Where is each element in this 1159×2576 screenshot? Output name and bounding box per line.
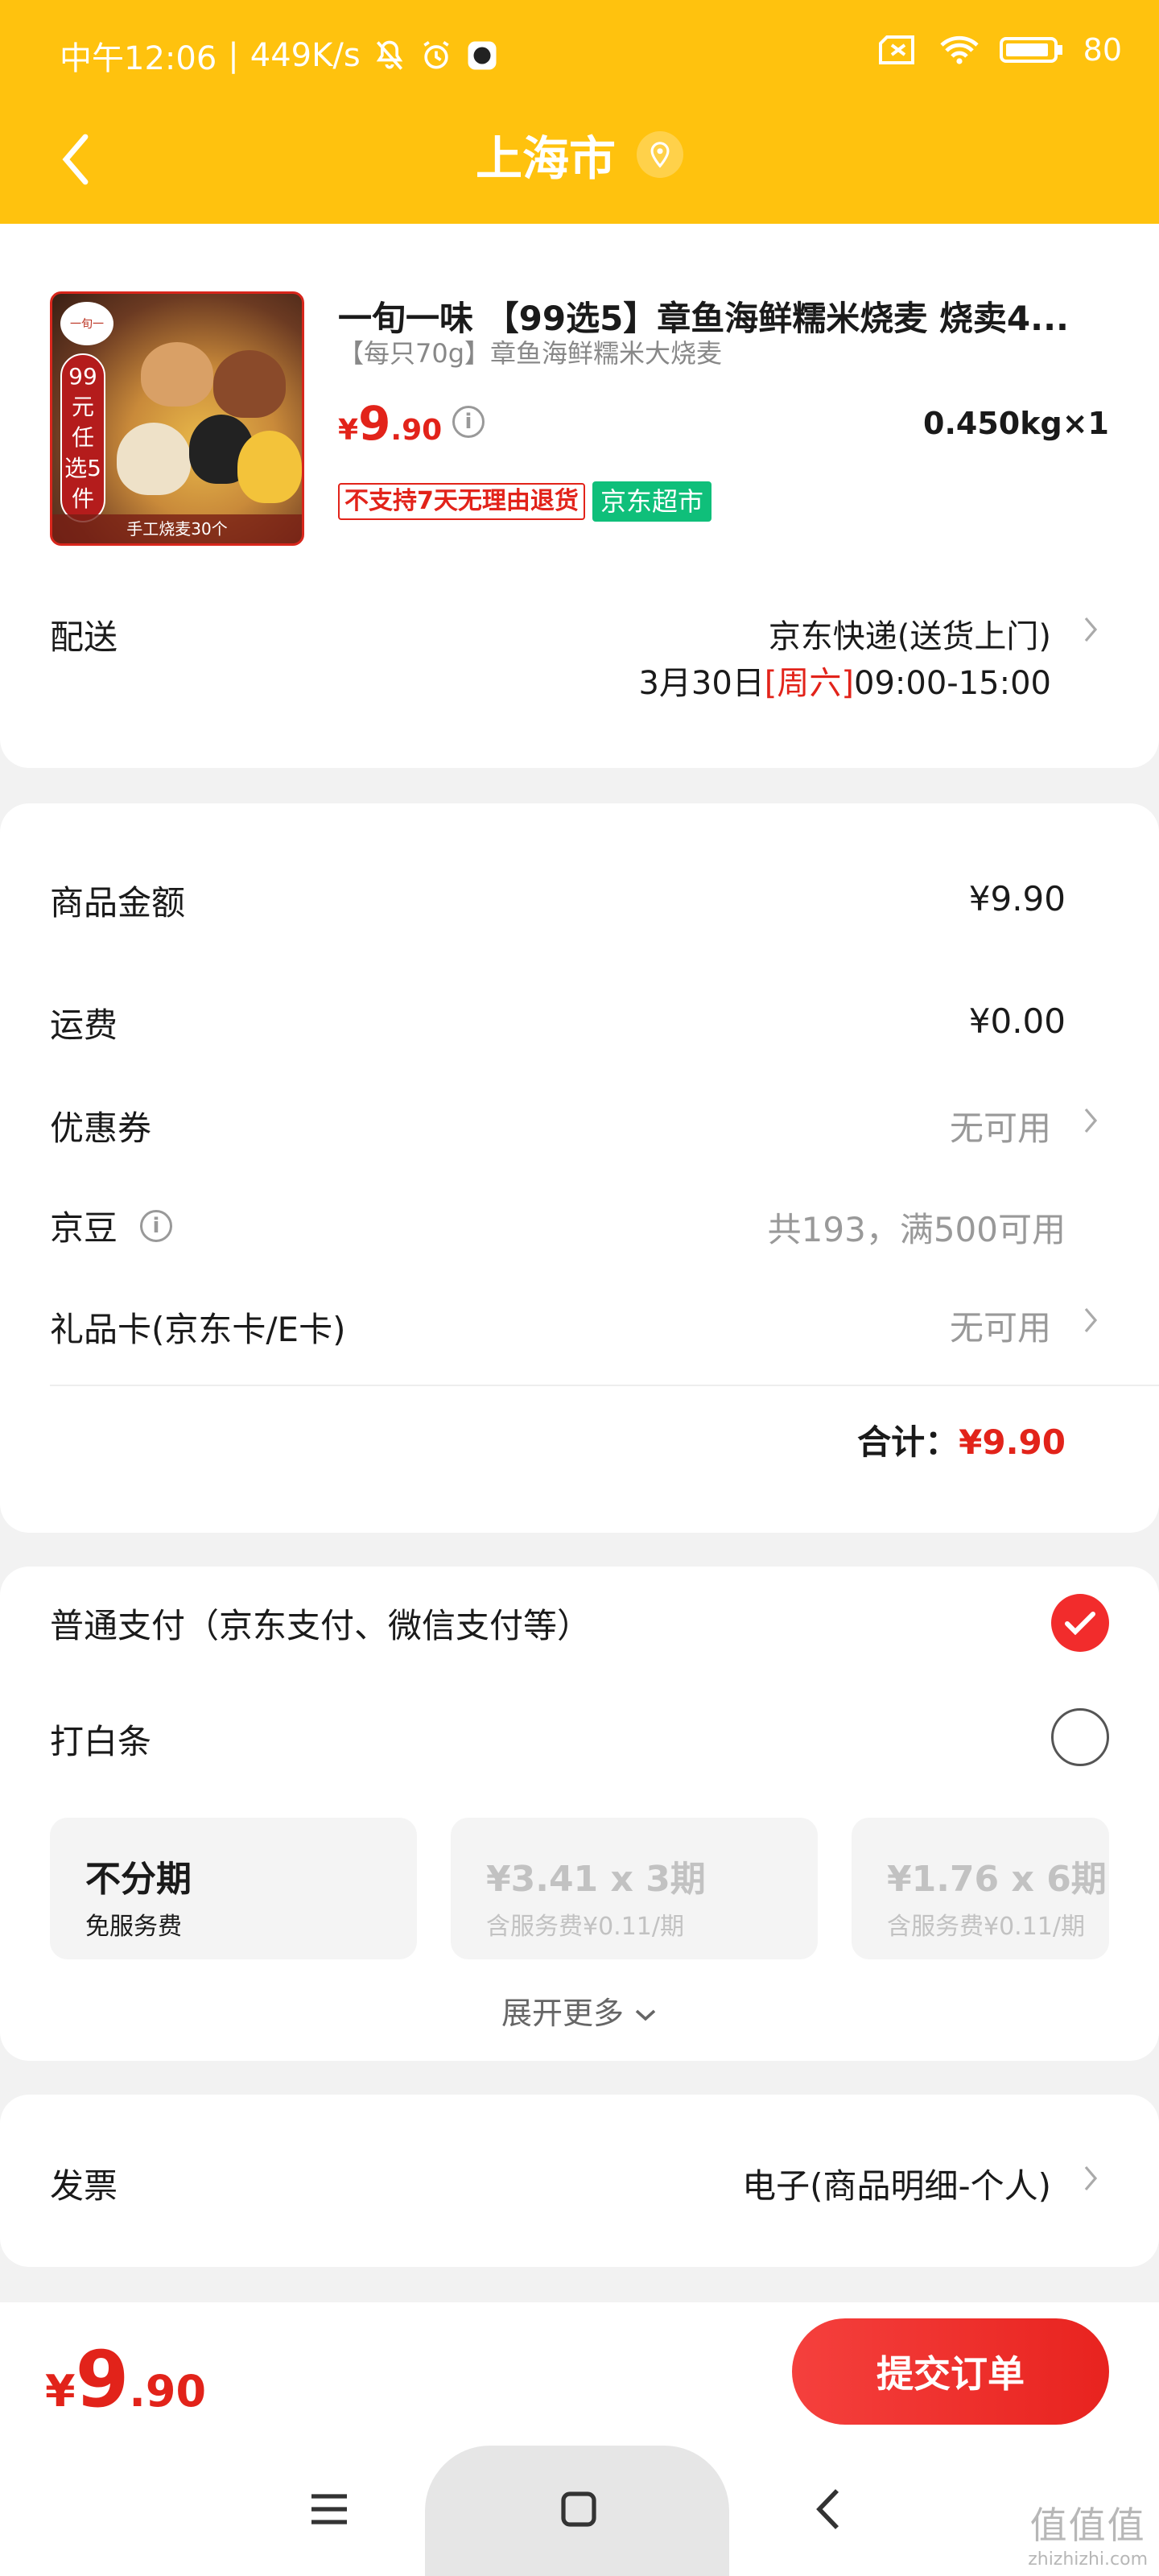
dumpling-shape (141, 342, 213, 407)
baitiao-option[interactable]: 打白条 (50, 1715, 151, 1764)
delivery-label: 配送 (50, 617, 118, 657)
submit-order-button[interactable]: 提交订单 (792, 2318, 1109, 2425)
dumpling-shape (117, 423, 191, 495)
normal-payment-option[interactable]: 普通支付（京东支付、微信支付等） (50, 1599, 591, 1648)
header-bar: 中午12:06 | 449K/s 80 上海市 (0, 0, 1159, 224)
status-speed: 449K/s (250, 37, 361, 74)
bottom-total-price: ¥ 9 .90 (45, 2334, 206, 2425)
invoice-card[interactable]: 发票 电子(商品明细-个人) (0, 2095, 1159, 2267)
invoice-value[interactable]: 电子(商品明细-个人) (742, 2159, 1051, 2208)
plan-title: 不分期 (85, 1859, 192, 1900)
goods-amount-label: 商品金额 (50, 883, 186, 923)
shipping-fee-value: ¥0.00 (968, 1001, 1066, 1041)
battery-level: 80 (1083, 32, 1122, 68)
jingdou-value: 共193，满500可用 (767, 1210, 1066, 1249)
watermark-logo: 值值值 (1029, 2504, 1146, 2547)
coupon-value[interactable]: 无可用 (950, 1101, 1051, 1150)
order-total: 合计：¥9.90 (857, 1415, 1066, 1464)
status-bar: 中午12:06 | 449K/s 80 (0, 0, 1159, 113)
status-time: 中午12:06 (60, 40, 217, 77)
divider (50, 1385, 1159, 1386)
wifi-icon (938, 34, 980, 66)
gift-card-value[interactable]: 无可用 (950, 1301, 1051, 1350)
payment-card: 普通支付（京东支付、微信支付等） 打白条 不分期 免服务费 ¥3.41 x 3期… (0, 1567, 1159, 2061)
delivery-date: 3月30日 (638, 665, 765, 702)
return-policy-tag: 不支持7天无理由退货 (338, 483, 585, 520)
price-integer: 9 (358, 396, 391, 451)
checked-circle-icon[interactable] (1051, 1594, 1109, 1652)
shipping-fee-label: 运费 (50, 1005, 118, 1045)
product-card: 一旬一 99元任选5件 手工烧麦30个 一旬一味 【99选5】章鱼海鲜糯米烧麦 … (0, 224, 1159, 768)
installment-plan-6[interactable]: ¥1.76 x 6期 含服务费¥0.11/期 (852, 1818, 1109, 1959)
chevron-down-icon (635, 2009, 656, 2021)
goods-amount-value: ¥9.90 (968, 879, 1066, 919)
product-quantity: 0.450kg×1 (923, 406, 1109, 441)
battery-icon (999, 34, 1064, 66)
gift-card-label[interactable]: 礼品卡(京东卡/E卡) (50, 1302, 345, 1352)
product-image[interactable]: 一旬一 99元任选5件 手工烧麦30个 (50, 291, 304, 546)
product-subtitle: 【每只70g】章鱼海鲜糯米大烧麦 (338, 338, 723, 369)
product-promo-badge: 99元任选5件 (60, 353, 105, 522)
chevron-right-icon[interactable] (1080, 2162, 1101, 2194)
bottom-bar: ¥ 9 .90 提交订单 值值值 zhizhizhi.com (0, 2302, 1159, 2576)
invoice-label: 发票 (50, 2166, 118, 2206)
chevron-right-icon[interactable] (1080, 613, 1101, 646)
price-decimal: .90 (390, 414, 443, 447)
mute-bell-icon (372, 38, 407, 73)
price-summary-card: 商品金额 ¥9.90 运费 ¥0.00 优惠券 无可用 京豆 i 共193，满5… (0, 803, 1159, 1533)
product-image-caption: 手工烧麦30个 (52, 514, 302, 543)
expand-more-button[interactable]: 展开更多 (0, 1988, 1159, 2033)
price-decimal: .90 (129, 2366, 207, 2417)
jd-supermarket-tag: 京东超市 (592, 481, 712, 522)
no-sim-icon (877, 34, 919, 66)
total-label: 合计： (857, 1422, 959, 1462)
back-nav-icon[interactable] (800, 2481, 856, 2537)
radio-unchecked-icon[interactable] (1051, 1708, 1109, 1766)
status-left: 中午12:06 | 449K/s (60, 32, 499, 79)
location-title: 上海市 (475, 131, 616, 186)
jingdou-info-icon[interactable]: i (140, 1209, 173, 1242)
installment-plan-3[interactable]: ¥3.41 x 3期 含服务费¥0.11/期 (451, 1818, 818, 1959)
plan-title: ¥3.41 x 3期 (486, 1859, 706, 1900)
expand-more-label: 展开更多 (501, 1996, 624, 2031)
price-info-icon[interactable]: i (452, 406, 485, 438)
price-symbol: ¥ (338, 414, 359, 447)
app-notification-icon (465, 39, 499, 72)
installment-plan-none[interactable]: 不分期 免服务费 (50, 1818, 417, 1959)
total-amount: ¥9.90 (959, 1422, 1066, 1462)
watermark-url: zhizhizhi.com (1028, 2549, 1148, 2570)
status-right: 80 (877, 32, 1122, 68)
price-integer: 9 (75, 2334, 130, 2425)
status-separator: | (228, 37, 239, 74)
delivery-window: 09:00-15:00 (854, 665, 1051, 702)
location-pin-icon (637, 131, 683, 178)
jingdou-row: 京豆 i (50, 1201, 173, 1250)
plan-title: ¥1.76 x 6期 (887, 1859, 1107, 1900)
product-price: ¥ 9 .90 (338, 396, 442, 451)
chevron-right-icon[interactable] (1080, 1304, 1101, 1336)
delivery-method[interactable]: 京东快递(送货上门) (769, 610, 1051, 657)
home-icon[interactable] (551, 2481, 607, 2537)
delivery-time[interactable]: 3月30日[周六]09:00-15:00 (638, 657, 1051, 704)
plan-subtitle: 含服务费¥0.11/期 (887, 1913, 1085, 1941)
plan-subtitle: 含服务费¥0.11/期 (486, 1913, 684, 1941)
price-symbol: ¥ (45, 2366, 76, 2417)
alarm-icon (419, 38, 454, 73)
product-logo: 一旬一 (60, 302, 113, 345)
location-selector[interactable]: 上海市 (0, 121, 1159, 188)
dumpling-shape (237, 431, 302, 503)
watermark: 值值值 zhizhizhi.com (1028, 2496, 1148, 2570)
delivery-day: [周六] (764, 665, 855, 702)
jingdou-label: 京豆 (50, 1208, 118, 1248)
coupon-label[interactable]: 优惠券 (50, 1101, 151, 1150)
dumpling-shape (213, 350, 286, 418)
plan-subtitle: 免服务费 (85, 1913, 182, 1941)
chevron-right-icon[interactable] (1080, 1104, 1101, 1137)
menu-icon[interactable] (301, 2481, 357, 2537)
